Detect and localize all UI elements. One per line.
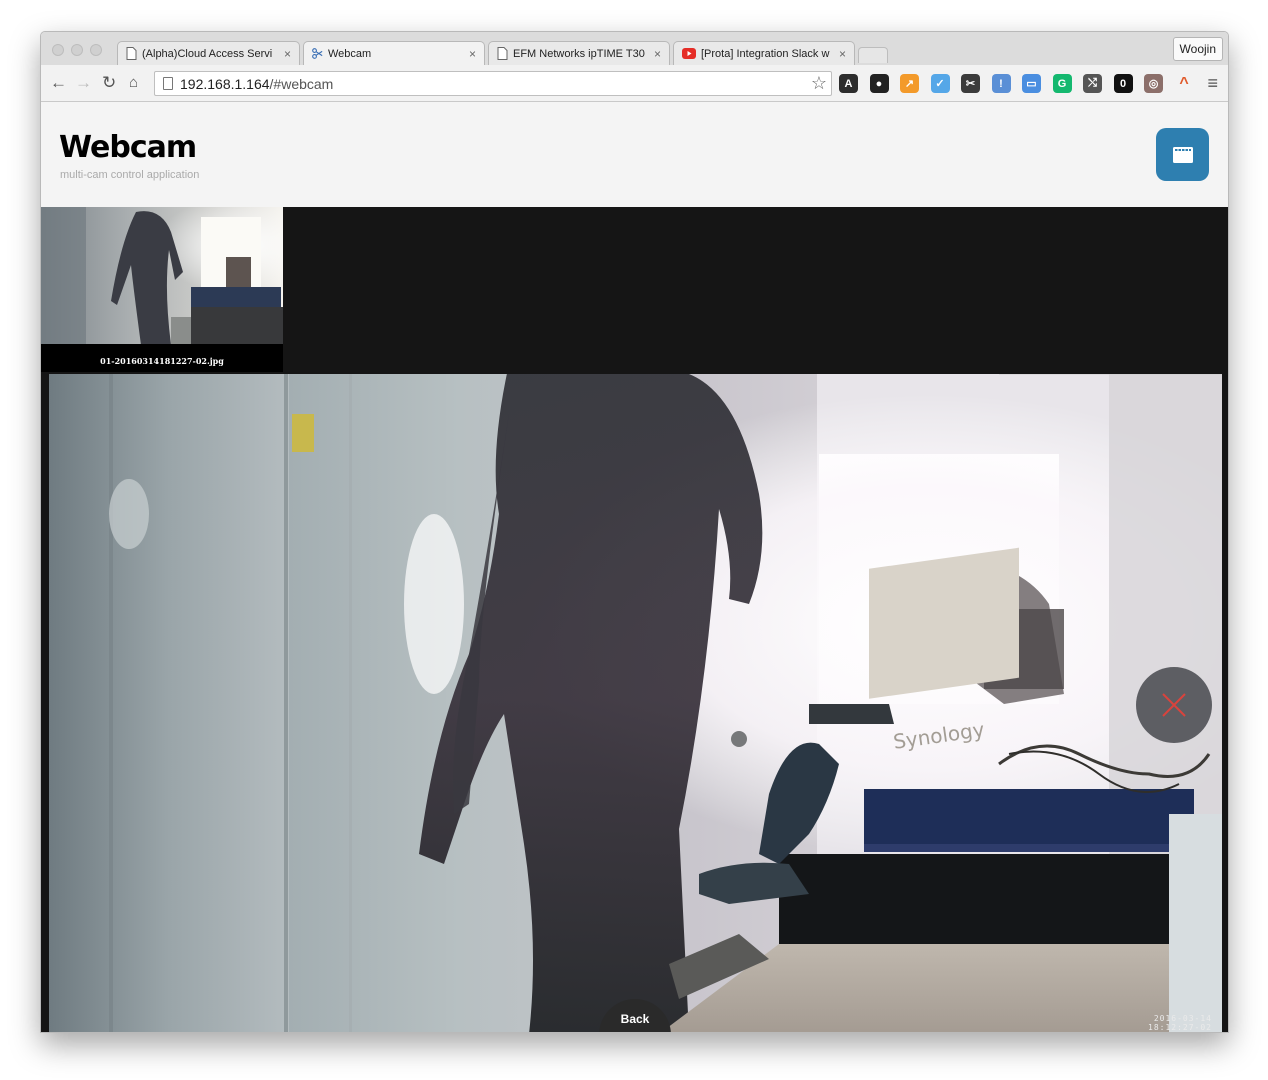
url-path: /#webcam bbox=[269, 76, 334, 92]
reload-icon[interactable]: ↻ bbox=[102, 73, 116, 93]
url-text: 192.168.1.164/#webcam bbox=[180, 76, 333, 92]
thumbnail-card[interactable]: 01-20160314181227-02.jpg bbox=[41, 207, 283, 372]
tab-prota-slack[interactable]: [Prota] Integration Slack w × bbox=[673, 41, 855, 65]
page-icon bbox=[497, 47, 508, 60]
webcam-page: Webcam multi-cam control application 01-… bbox=[41, 102, 1228, 1032]
tab-title: Webcam bbox=[328, 47, 372, 60]
window-icon bbox=[1172, 146, 1193, 163]
timestamp-date: 2016-03-14 bbox=[1153, 1014, 1212, 1023]
window-close-dot[interactable] bbox=[52, 44, 64, 56]
stackedit-icon[interactable]: A bbox=[839, 74, 858, 93]
scissors-icon bbox=[312, 48, 323, 59]
notifier-icon[interactable]: ! bbox=[991, 74, 1011, 93]
tab-close-icon[interactable]: × bbox=[284, 47, 291, 61]
page-icon bbox=[163, 77, 173, 90]
frame-timestamp: 2016-03-14 18:12:27-02 bbox=[1148, 1014, 1212, 1032]
tab-strip: (Alpha)Cloud Access Servi × Webcam × EFM… bbox=[41, 32, 1228, 65]
analytics-icon[interactable]: ↗ bbox=[900, 74, 919, 93]
grammarly-icon[interactable]: G bbox=[1052, 74, 1072, 93]
forward-arrow-icon[interactable]: → bbox=[75, 73, 92, 93]
webcam-image: Synology bbox=[49, 374, 1222, 1032]
webcam-stage: 01-20160314181227-02.jpg Synology 2016-0… bbox=[41, 207, 1228, 1032]
tab-close-icon[interactable]: × bbox=[469, 47, 476, 61]
back-arrow-icon[interactable]: ← bbox=[50, 73, 67, 93]
tab-cloud-access[interactable]: (Alpha)Cloud Access Servi × bbox=[117, 41, 300, 65]
tab-close-icon[interactable]: × bbox=[839, 47, 846, 61]
thumbnail-image bbox=[41, 207, 283, 344]
url-host: 192.168.1.164 bbox=[180, 76, 270, 92]
app-header: Webcam multi-cam control application bbox=[41, 102, 1228, 207]
new-tab-button[interactable] bbox=[858, 47, 888, 63]
camera-icon[interactable]: ◎ bbox=[1144, 74, 1163, 93]
bookmark-star-icon[interactable]: ☆ bbox=[811, 73, 827, 94]
thumbnail-caption: 01-20160314181227-02.jpg bbox=[100, 356, 224, 366]
close-icon bbox=[1162, 693, 1186, 717]
browser-toolbar: ← → ↻ ⌂ 192.168.1.164/#webcam ☆ A ● ↗ ✓ ✂! ▭ G… bbox=[41, 65, 1228, 102]
app-menu-button[interactable] bbox=[1156, 128, 1209, 181]
tab-title: EFM Networks ipTIME T30 bbox=[513, 47, 645, 60]
window-zoom-dot[interactable] bbox=[90, 44, 102, 56]
zero-icon[interactable]: 0 bbox=[1113, 74, 1133, 93]
chromatic-icon[interactable]: ● bbox=[869, 74, 889, 93]
address-bar[interactable]: 192.168.1.164/#webcam ☆ bbox=[154, 71, 832, 96]
tab-title: [Prota] Integration Slack w bbox=[701, 47, 830, 60]
browser-window: (Alpha)Cloud Access Servi × Webcam × EFM… bbox=[40, 31, 1229, 1033]
browser-menu-icon[interactable]: ≡ bbox=[1207, 73, 1218, 94]
close-viewer-button[interactable] bbox=[1136, 667, 1212, 743]
screen-icon[interactable]: ▭ bbox=[1022, 74, 1041, 93]
tab-webcam[interactable]: Webcam × bbox=[303, 41, 485, 65]
momentum-icon[interactable]: ✓ bbox=[930, 74, 950, 93]
page-subtitle: multi-cam control application bbox=[60, 169, 200, 181]
tools-icon[interactable]: ✂ bbox=[961, 74, 980, 93]
window-minimize-dot[interactable] bbox=[71, 44, 83, 56]
webcam-frame: Synology 2016-03-14 18:12:27-02 bbox=[49, 374, 1222, 1032]
home-icon[interactable]: ⌂ bbox=[129, 73, 138, 93]
tab-efm-networks[interactable]: EFM Networks ipTIME T30 × bbox=[488, 41, 670, 65]
rainbow-icon[interactable]: ^ bbox=[1175, 74, 1194, 93]
tab-title: (Alpha)Cloud Access Servi bbox=[142, 47, 273, 60]
profile-button[interactable]: Woojin bbox=[1172, 37, 1223, 61]
page-icon bbox=[126, 47, 137, 60]
tab-close-icon[interactable]: × bbox=[654, 47, 661, 61]
youtube-icon bbox=[682, 48, 696, 59]
shortcut-icon[interactable]: ⤭ bbox=[1083, 74, 1102, 93]
page-title: Webcam bbox=[59, 130, 197, 165]
timestamp-time: 18:12:27-02 bbox=[1148, 1023, 1212, 1032]
